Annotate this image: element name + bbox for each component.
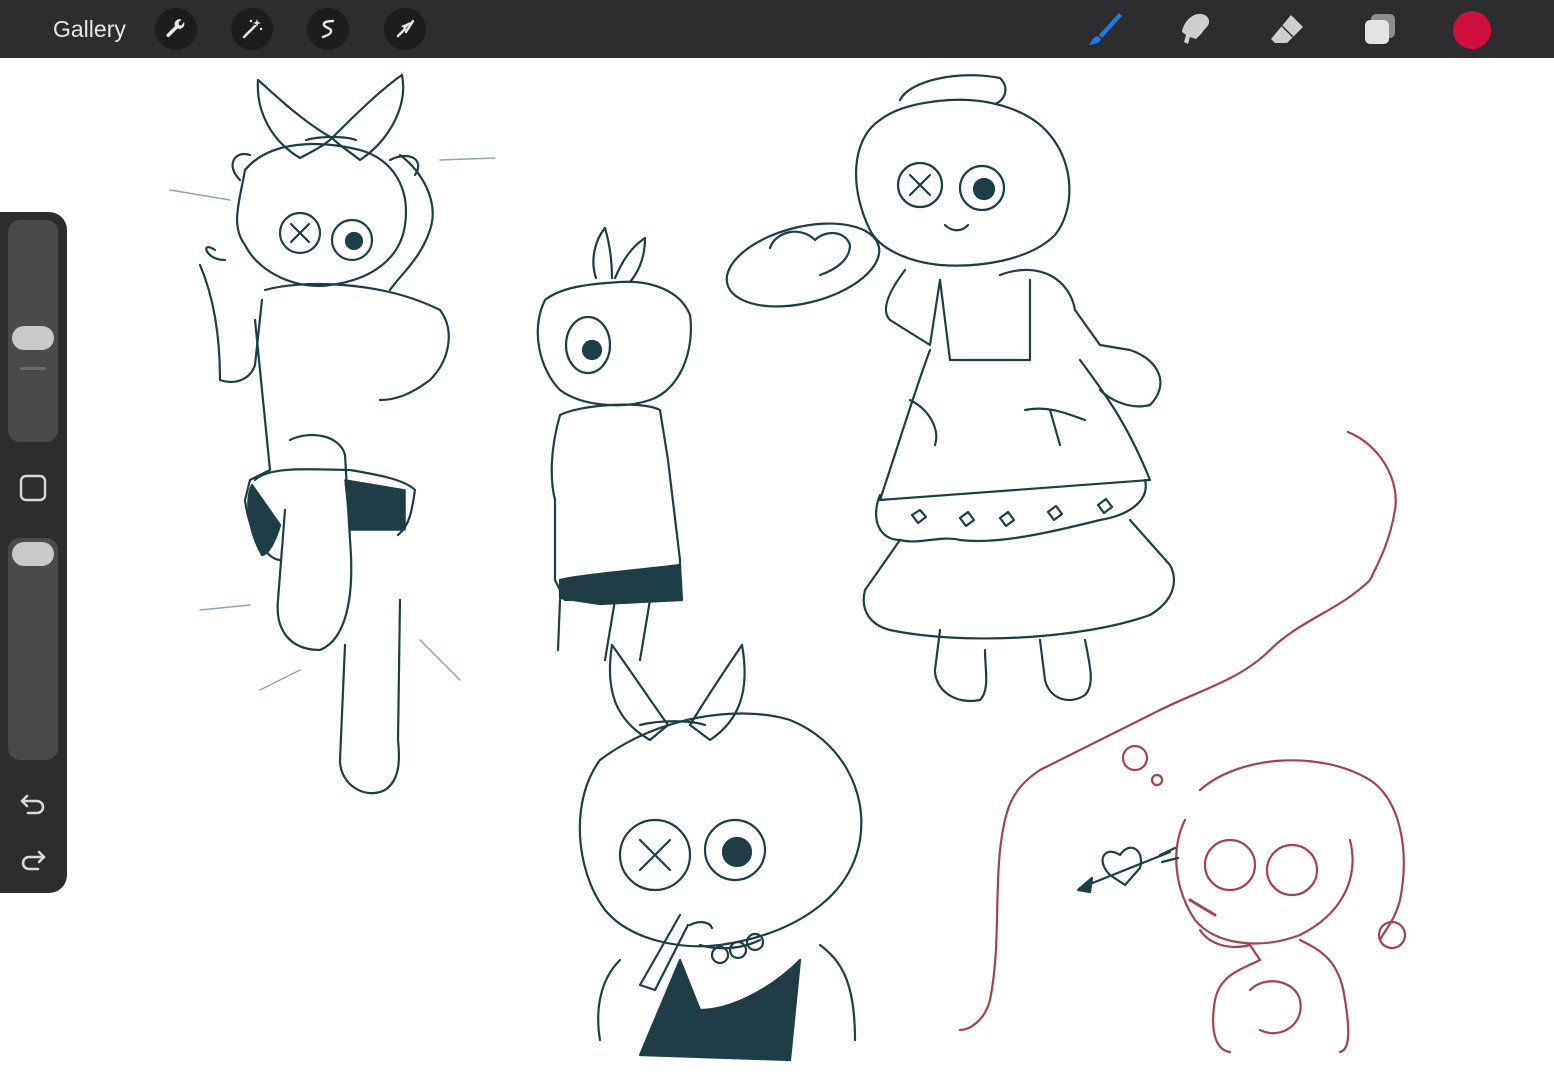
eraser-tool-button[interactable]: [1267, 9, 1307, 49]
sketch-figure-back: [536, 226, 692, 662]
drawing-canvas[interactable]: [0, 58, 1554, 1080]
sketch-figure-jester: [1076, 759, 1407, 1054]
selection-icon: [321, 19, 335, 39]
magic-wand-icon: [242, 19, 263, 39]
brush-icon: [1089, 13, 1122, 45]
layers-button[interactable]: [1360, 9, 1400, 49]
layers-icon: [1365, 14, 1395, 44]
transform-button[interactable]: [384, 8, 426, 50]
sketch-figure-bust: [578, 643, 863, 1062]
smudge-tool-button[interactable]: [1176, 9, 1216, 49]
wrench-icon: [166, 19, 185, 38]
gallery-button[interactable]: Gallery: [53, 14, 126, 44]
sketch-figure-maid: [725, 74, 1176, 703]
smudge-icon: [1182, 13, 1210, 45]
transform-arrow-icon: [396, 19, 415, 38]
eraser-icon: [1271, 15, 1303, 43]
actions-button[interactable]: [155, 8, 197, 50]
selection-button[interactable]: [307, 8, 349, 50]
top-toolbar: Gallery: [0, 0, 1554, 58]
adjustments-button[interactable]: [231, 8, 273, 50]
sketch-thought-bubble: [958, 430, 1397, 1032]
color-picker-button[interactable]: [1453, 11, 1491, 49]
sketch-figure-lying: [169, 73, 496, 795]
brush-tool-button[interactable]: [1085, 9, 1125, 49]
